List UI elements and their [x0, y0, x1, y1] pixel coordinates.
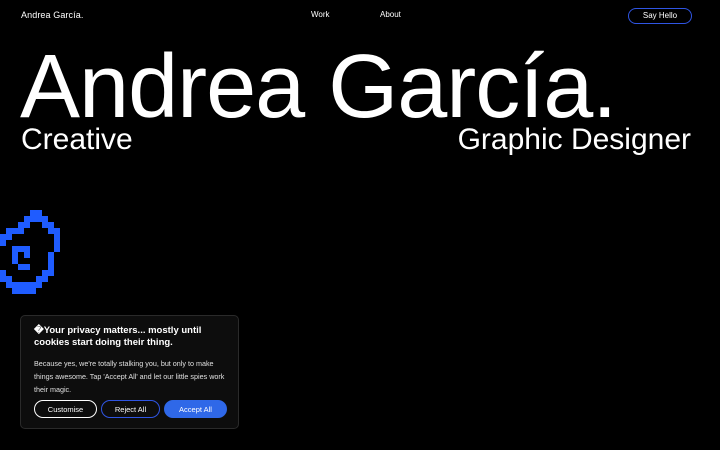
hero-title: Andrea García.: [20, 37, 617, 137]
nav-about-link[interactable]: About: [380, 10, 401, 19]
cookie-banner: �Your privacy matters... mostly until co…: [20, 315, 239, 429]
cookie-banner-title: �Your privacy matters... mostly until co…: [34, 325, 202, 348]
pixel-smiley-icon: [0, 210, 60, 294]
customise-button[interactable]: Customise: [34, 400, 97, 418]
hero-tagline-right: Graphic Designer: [457, 123, 691, 156]
cookie-banner-body: Because yes, we're totally stalking you,…: [34, 359, 225, 394]
accept-all-button[interactable]: Accept All: [164, 400, 227, 418]
cookie-banner-actions: Customise Reject All Accept All: [34, 400, 227, 418]
say-hello-button[interactable]: Say Hello: [628, 8, 692, 24]
hero-tagline-left: Creative: [21, 123, 133, 156]
page: Andrea García. Work About Say Hello Andr…: [0, 0, 720, 450]
brand-logo[interactable]: Andrea García.: [21, 10, 83, 20]
reject-all-button[interactable]: Reject All: [101, 400, 160, 418]
nav-work-link[interactable]: Work: [311, 10, 330, 19]
